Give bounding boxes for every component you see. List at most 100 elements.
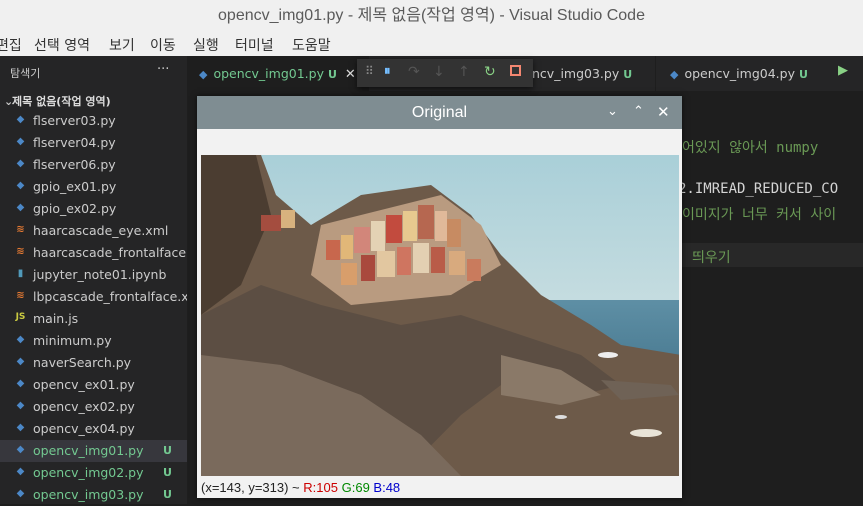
step-out-icon[interactable]: ↑	[458, 64, 470, 80]
python-icon: ◆	[16, 444, 25, 455]
file-item[interactable]: ◆ naverSearch.py	[0, 352, 187, 374]
file-name: haarcascade_frontalface...	[33, 245, 198, 260]
drag-handle-icon[interactable]: ⠿	[365, 64, 374, 78]
python-icon: ◆	[16, 466, 25, 477]
tab-label: ncv_img03.py	[532, 66, 620, 81]
pixel-r-value: R:105	[303, 480, 338, 495]
untracked-badge: U	[163, 466, 172, 479]
close-icon[interactable]: ✕	[345, 67, 356, 82]
file-name: opencv_img01.py	[33, 443, 144, 458]
file-item[interactable]: JS main.js	[0, 308, 187, 330]
file-name: flserver03.py	[33, 113, 116, 128]
workspace-folder-label: 제목 없음(작업 영역)	[12, 95, 111, 108]
file-item[interactable]: ◆ flserver03.py	[0, 110, 187, 132]
python-icon: ◆	[16, 136, 25, 147]
untracked-badge: U	[623, 68, 633, 81]
pixel-g-value: G:69	[341, 480, 370, 495]
untracked-badge: U	[163, 444, 172, 457]
python-icon: ◆	[16, 422, 25, 433]
python-icon: ◆	[670, 68, 679, 81]
file-name: gpio_ex01.py	[33, 179, 117, 194]
file-item[interactable]: ◆ opencv_ex01.py	[0, 374, 187, 396]
debug-toolbar: ⠿ ⏸ ↷ ↓ ↑ ↻	[357, 59, 533, 87]
file-item[interactable]: ≋ lbpcascade_frontalface.x...	[0, 286, 200, 308]
file-name: opencv_ex02.py	[33, 399, 135, 414]
tab-opencv-img04[interactable]: ◆ opencv_img04.py U	[655, 56, 840, 91]
menu-run[interactable]: 실행	[193, 35, 219, 55]
rss-icon: ≋	[16, 246, 25, 257]
untracked-badge: U	[163, 488, 172, 501]
menu-edit[interactable]: 편집	[0, 35, 22, 55]
code-comment-3: 이미지가 너무 커서 사이	[682, 207, 837, 223]
close-icon[interactable]: ✕	[657, 103, 670, 121]
file-item[interactable]: ◆ opencv_img01.py U	[0, 440, 187, 462]
python-icon: ◆	[16, 488, 25, 499]
file-item[interactable]: ◆ flserver06.py	[0, 154, 187, 176]
tab-opencv-img03[interactable]: ncv_img03.py U	[532, 56, 652, 91]
file-item[interactable]: ◆ gpio_ex01.py	[0, 176, 187, 198]
file-name: opencv_img03.py	[33, 487, 144, 502]
file-item[interactable]: ◆ opencv_img02.py U	[0, 462, 187, 484]
rss-icon: ≋	[16, 290, 25, 301]
run-icon[interactable]: ▶	[838, 63, 848, 78]
menu-selection[interactable]: 선택 영역	[34, 35, 90, 55]
file-item[interactable]: ◆ flserver04.py	[0, 132, 187, 154]
file-name: naverSearch.py	[33, 355, 132, 370]
file-name: haarcascade_eye.xml	[33, 223, 169, 238]
chevron-down-icon[interactable]: ⌄	[607, 104, 618, 119]
file-name: flserver04.py	[33, 135, 116, 150]
file-item[interactable]: ◆ minimum.py	[0, 330, 187, 352]
tab-opencv-img01[interactable]: ◆ opencv_img01.py U ✕	[187, 56, 369, 91]
stop-icon[interactable]	[510, 65, 521, 76]
file-name: gpio_ex02.py	[33, 201, 117, 216]
python-icon: ◆	[16, 334, 25, 345]
step-into-icon[interactable]: ↓	[433, 64, 445, 80]
file-item[interactable]: ≋ haarcascade_frontalface...	[0, 242, 198, 264]
python-icon: ◆	[16, 158, 25, 169]
pixel-coords: (x=143, y=313) ~	[201, 480, 300, 495]
restart-icon[interactable]: ↻	[484, 64, 496, 80]
python-icon: ◆	[199, 68, 208, 81]
file-name: lbpcascade_frontalface.x...	[33, 289, 201, 304]
python-icon: ◆	[16, 202, 25, 213]
explorer-title: 탐색기	[10, 67, 41, 80]
step-over-icon[interactable]: ↷	[408, 64, 420, 80]
file-item[interactable]: ◆ opencv_ex02.py	[0, 396, 187, 418]
js-icon: JS	[15, 312, 26, 322]
file-item[interactable]: ◆ opencv_img03.py U	[0, 484, 187, 506]
menu-bar: 편집 선택 영역 보기 이동 실행 터미널 도움말	[0, 32, 863, 56]
chevron-down-icon: ⌄	[4, 95, 14, 108]
file-item[interactable]: ◆ gpio_ex02.py	[0, 198, 187, 220]
file-item[interactable]: ▮ jupyter_note01.ipynb	[0, 264, 187, 286]
maximize-icon[interactable]: ⌃	[633, 104, 644, 119]
workspace-folder[interactable]: ⌄제목 없음(작업 영역)	[4, 93, 111, 109]
file-item[interactable]: ◆ opencv_ex04.py	[0, 418, 187, 440]
file-name: jupyter_note01.ipynb	[33, 267, 167, 282]
menu-terminal[interactable]: 터미널	[235, 35, 274, 55]
untracked-badge: U	[798, 68, 808, 81]
pixel-b-value: B:48	[373, 480, 401, 495]
opencv-image-window[interactable]: Original ⌄ ⌃ ✕ (x=143, y=313) ~ R:105 G:…	[197, 96, 682, 498]
file-name: flserver06.py	[33, 157, 116, 172]
file-name: main.js	[33, 311, 79, 326]
python-icon: ◆	[16, 400, 25, 411]
file-name: opencv_img02.py	[33, 465, 144, 480]
more-actions-icon[interactable]: ···	[157, 62, 169, 77]
window-title: opencv_img01.py - 제목 없음(작업 영역) - Visual …	[0, 0, 863, 32]
tab-label: opencv_img04.py	[684, 66, 795, 81]
python-icon: ◆	[16, 356, 25, 367]
notebook-icon: ▮	[17, 268, 24, 279]
landscape-photo	[201, 155, 679, 476]
code-comment-4: 띄우기	[692, 250, 731, 266]
explorer-sidebar: 탐색기 ··· ⌄제목 없음(작업 영역) ◆ flserver03.py ◆ fls…	[0, 56, 201, 506]
untracked-badge: U	[327, 68, 337, 81]
code-comment-1: 어있지 않아서 numpy	[682, 140, 819, 156]
menu-help[interactable]: 도움말	[292, 35, 331, 55]
python-icon: ◆	[16, 114, 25, 125]
file-name: opencv_ex04.py	[33, 421, 135, 436]
menu-view[interactable]: 보기	[109, 35, 135, 55]
pause-icon[interactable]: ⏸	[384, 64, 391, 79]
pixel-status-bar: (x=143, y=313) ~ R:105 G:69 B:48	[201, 480, 400, 495]
file-item[interactable]: ≋ haarcascade_eye.xml	[0, 220, 187, 242]
menu-go[interactable]: 이동	[150, 35, 176, 55]
